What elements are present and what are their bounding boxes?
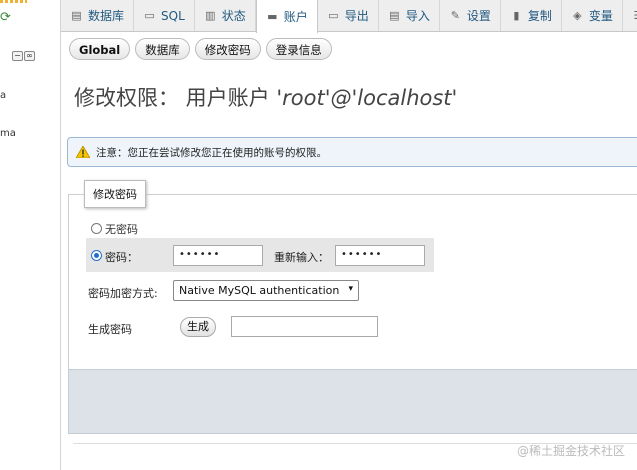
password-radio[interactable] (91, 250, 102, 261)
subtab-global[interactable]: Global (69, 38, 131, 60)
tab-label: 变量 (588, 9, 613, 23)
subtab-login-info[interactable]: 登录信息 (265, 38, 332, 60)
notice-box: 注意：您正在尝试修改您正在使用的账号的权限。 (67, 137, 637, 167)
no-password-row: 无密码 (86, 220, 434, 237)
database-icon: ▤ (71, 9, 82, 22)
password-input[interactable]: •••••• (173, 245, 263, 266)
nav-db-item[interactable]: a (0, 90, 6, 101)
generated-password-input[interactable] (231, 316, 378, 337)
hashing-select-value: Native MySQL authentication (179, 284, 340, 297)
tab-databases[interactable]: ▤ 数据库 (61, 0, 135, 31)
tab-label: 状态 (221, 9, 246, 23)
hashing-select[interactable]: Native MySQL authentication ▾ (173, 280, 359, 301)
variables-icon: ◈ (573, 9, 582, 22)
generate-button[interactable]: 生成 (180, 317, 216, 337)
tab-label: 复制 (527, 9, 552, 23)
export-icon: ▭ (328, 9, 339, 22)
collapse-icon[interactable]: − (12, 51, 23, 61)
status-icon: ▥ (205, 9, 216, 22)
tab-sql[interactable]: ▭ SQL (134, 0, 195, 31)
tab-label: 账户 (283, 10, 308, 24)
tab-import[interactable]: ▤ 导入 (379, 0, 440, 31)
page-title-prefix: 修改权限： 用户账户 (74, 86, 270, 110)
navigation-panel: ⟳ − ∞ a ma (0, 0, 61, 470)
page-title: 修改权限： 用户账户 'root'@'localhost' (74, 82, 457, 112)
import-icon: ▤ (389, 9, 400, 22)
subtab-database[interactable]: 数据库 (135, 38, 190, 60)
tab-export[interactable]: ▭ 导出 (318, 0, 379, 31)
tab-label: 数据库 (88, 9, 125, 23)
warning-icon (76, 146, 90, 158)
password-label: 密码： (105, 251, 138, 264)
no-password-radio[interactable] (91, 223, 102, 234)
link-icon[interactable]: ∞ (24, 51, 35, 61)
sub-tabs: Global 数据库 修改密码 登录信息 (69, 38, 332, 60)
tab-settings[interactable]: ✎ 设置 (440, 0, 501, 31)
subtab-change-password[interactable]: 修改密码 (194, 38, 261, 60)
tab-accounts[interactable]: ▬ 账户 (255, 0, 318, 33)
tab-label: 导入 (405, 9, 430, 23)
settings-icon: ✎ (450, 9, 460, 22)
tab-status[interactable]: ▥ 状态 (195, 0, 256, 31)
password-reenter-input[interactable]: •••••• (335, 245, 425, 266)
hashing-label: 密码加密方式: (88, 287, 158, 300)
reload-icon[interactable]: ⟳ (0, 10, 11, 25)
tab-label: 设置 (466, 9, 491, 23)
page-title-user: 'root'@'localhost' (276, 86, 458, 110)
reenter-label: 重新输入： (274, 251, 329, 264)
tab-more[interactable]: ☰ (623, 0, 637, 31)
more-icon: ☰ (632, 9, 637, 22)
no-password-label[interactable]: 无密码 (105, 221, 138, 237)
fieldset-footer (68, 369, 637, 434)
accounts-icon: ▬ (267, 10, 278, 23)
tab-variables[interactable]: ◈ 变量 (562, 0, 623, 31)
chevron-down-icon: ▾ (348, 284, 353, 294)
replication-icon: ▮ (513, 9, 520, 22)
tab-label: SQL (161, 8, 185, 23)
nav-top-strip (0, 0, 27, 3)
tab-replication[interactable]: ▮ 复制 (501, 0, 562, 31)
notice-text: 注意：您正在尝试修改您正在使用的账号的权限。 (96, 146, 327, 159)
sql-icon: ▭ (144, 9, 155, 22)
nav-controls: − ∞ (12, 51, 35, 61)
tab-label: 导出 (344, 9, 369, 23)
generate-password-label: 生成密码 (88, 323, 132, 336)
watermark: @稀土掘金技术社区 (516, 444, 625, 458)
nav-db-item[interactable]: ma (0, 128, 16, 139)
fieldset-legend: 修改密码 (84, 180, 146, 208)
top-menu: ▤ 数据库 ▭ SQL ▥ 状态 ▬ 账户 ▭ 导出 ▤ 导入 ✎ 设置 ▮ 复… (61, 0, 637, 33)
